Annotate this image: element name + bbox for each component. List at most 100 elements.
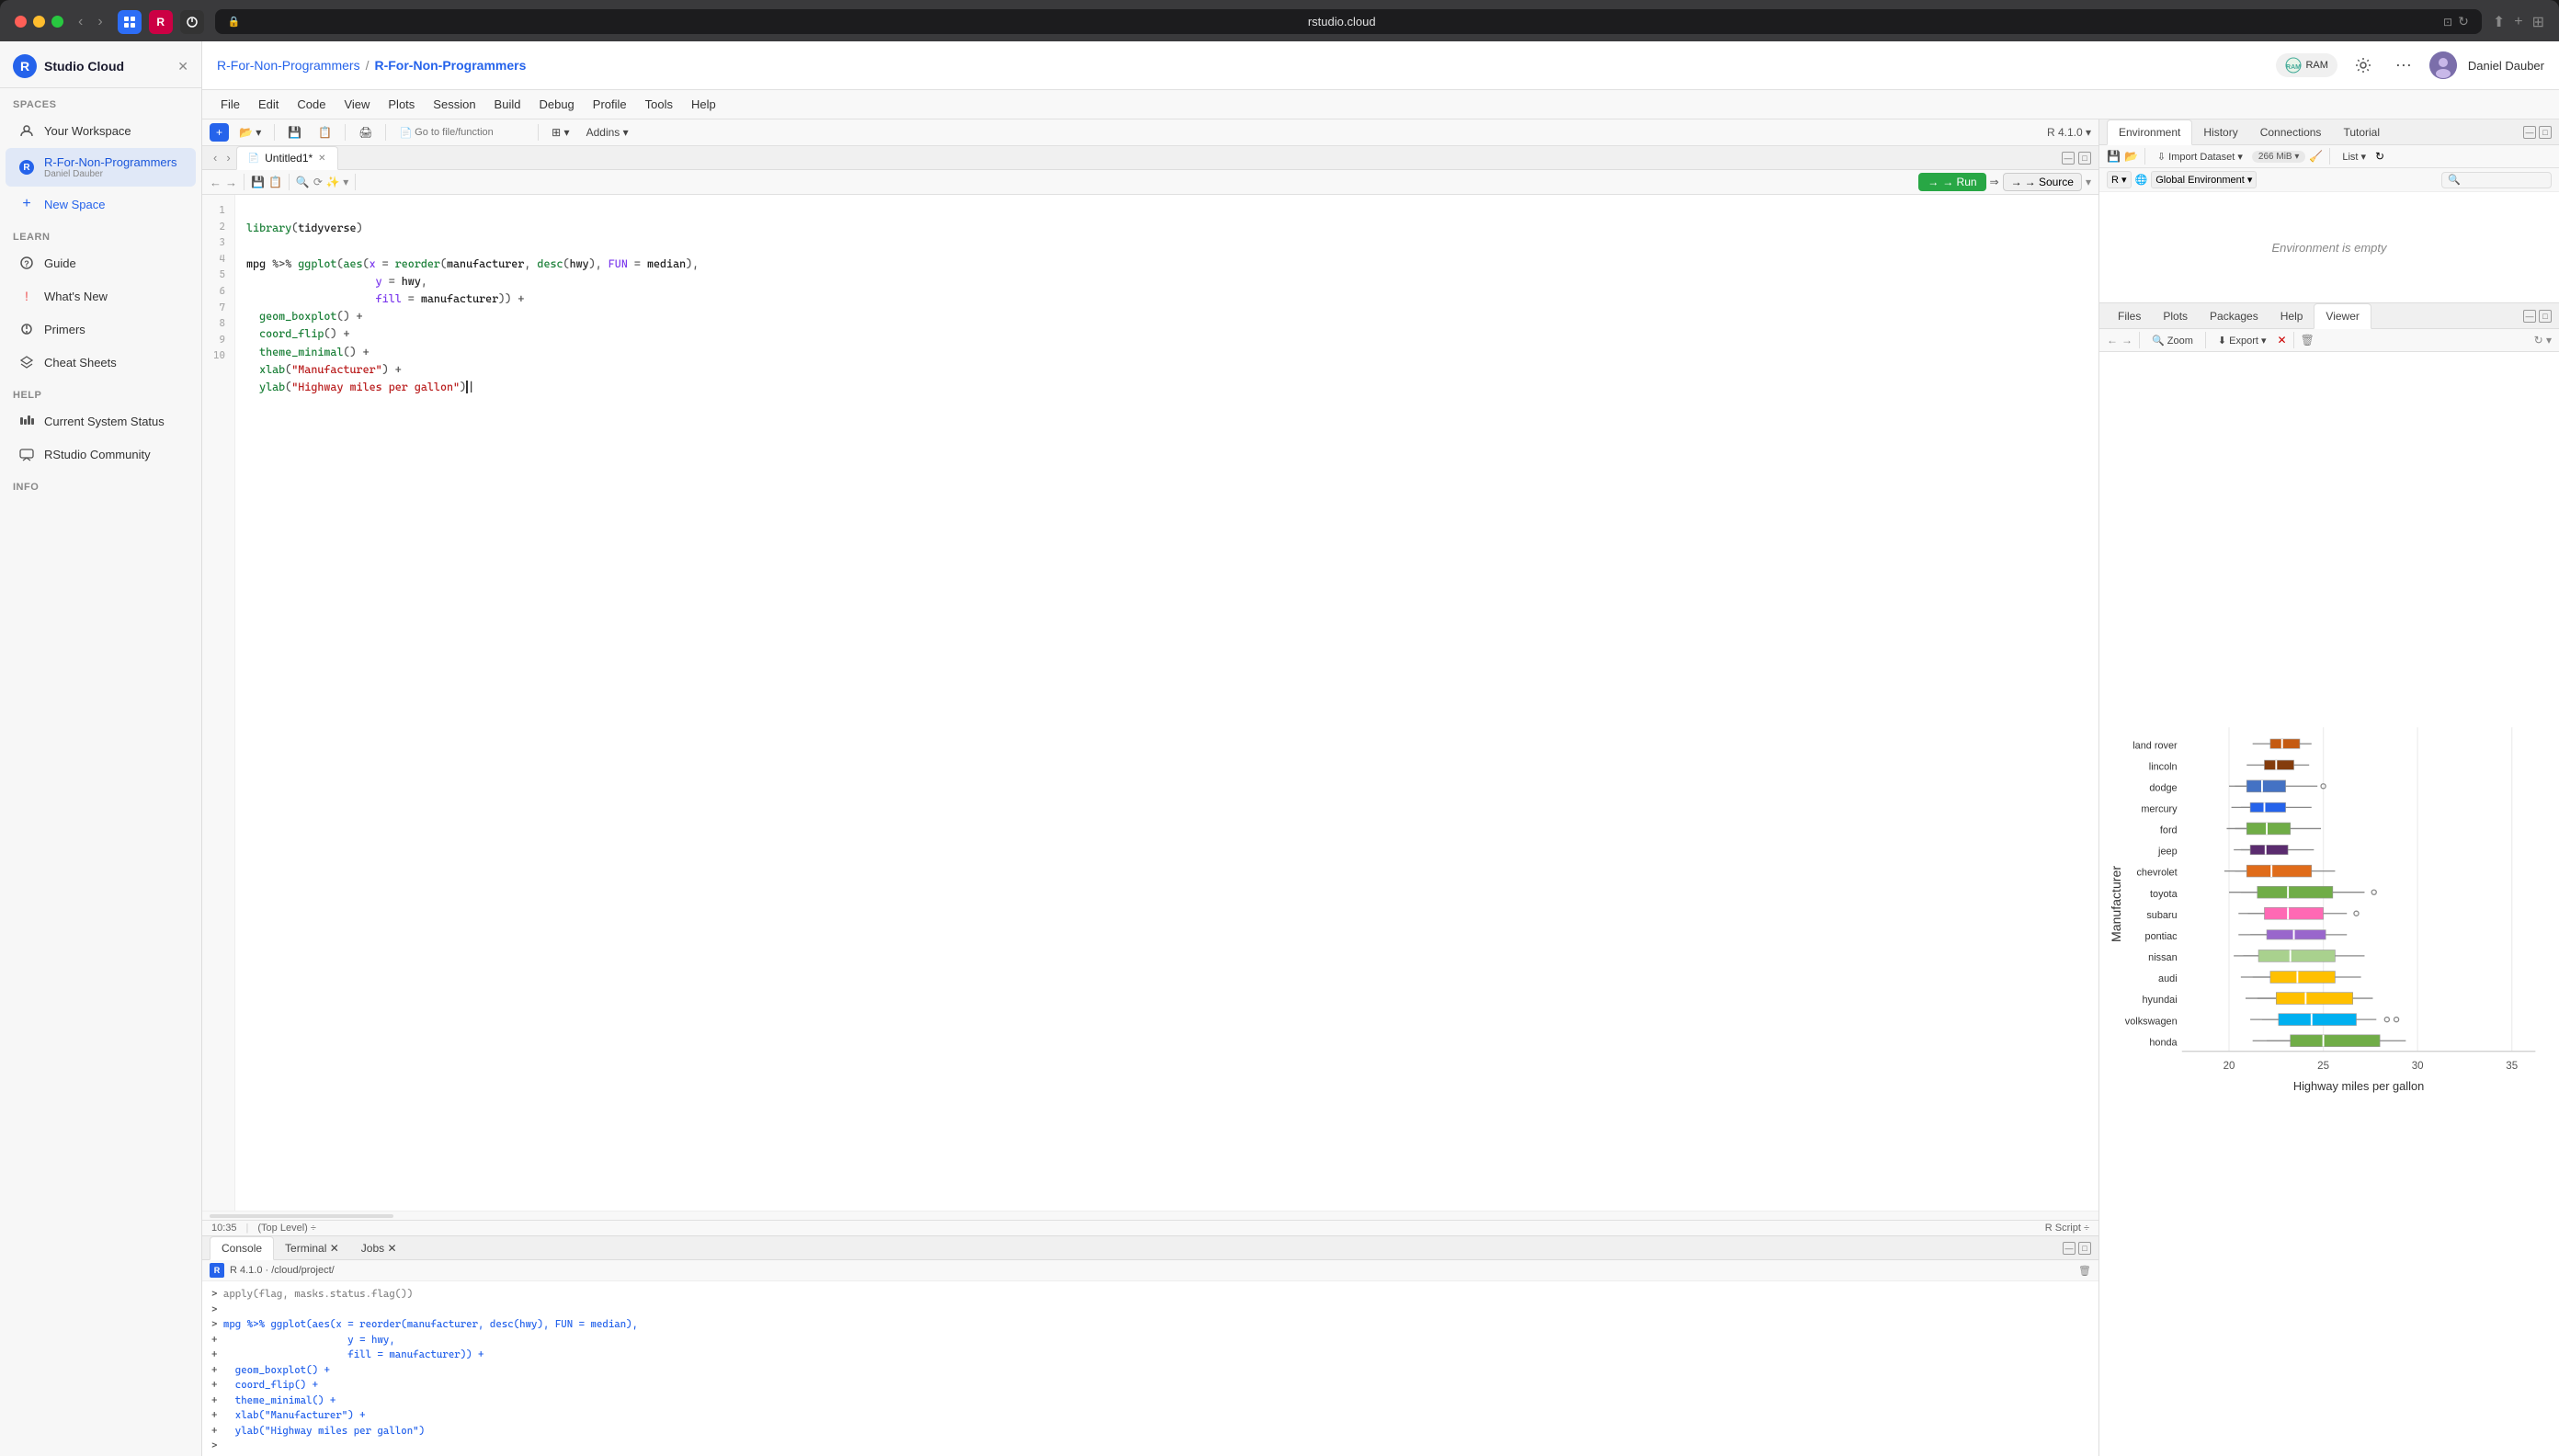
menu-plots[interactable]: Plots xyxy=(381,94,422,115)
files-tab-help[interactable]: Help xyxy=(2269,304,2314,328)
forward-button[interactable]: › xyxy=(94,12,106,32)
menu-code[interactable]: Code xyxy=(290,94,333,115)
extension-icon-3[interactable] xyxy=(180,10,204,34)
new-script-button[interactable]: + xyxy=(210,123,229,142)
tab-back-button[interactable]: ‹ xyxy=(210,151,221,165)
sidebar-close-button[interactable]: ✕ xyxy=(177,59,188,74)
env-search-input[interactable] xyxy=(2441,172,2552,188)
menu-file[interactable]: File xyxy=(213,94,247,115)
files-tab-viewer[interactable]: Viewer xyxy=(2314,303,2371,329)
menu-profile[interactable]: Profile xyxy=(586,94,634,115)
files-maximize-button[interactable]: □ xyxy=(2539,310,2552,323)
breadcrumb-parent[interactable]: R-For-Non-Programmers xyxy=(217,58,360,73)
save2-button[interactable]: 💾 xyxy=(251,176,265,188)
addins-button[interactable]: Addins ▾ xyxy=(580,123,635,142)
address-bar[interactable]: 🔒 rstudio.cloud ⊡ ↻ xyxy=(215,9,2482,34)
files-tab-packages[interactable]: Packages xyxy=(2199,304,2269,328)
source-button[interactable]: →→ Source xyxy=(2003,173,2082,191)
source-down-button[interactable]: ▾ xyxy=(2086,176,2091,188)
viewer-refresh-icon[interactable]: ↻ ▾ xyxy=(2534,334,2552,347)
more-options-button[interactable]: ⋯ xyxy=(2389,51,2418,80)
console-minimize-button[interactable]: — xyxy=(2063,1242,2076,1255)
horizontal-scrollbar[interactable] xyxy=(202,1211,2098,1220)
code-content[interactable]: library(tidyverse) mpg %>% ggplot(aes(x … xyxy=(235,195,2098,1211)
sidebar-item-system-status[interactable]: Current System Status xyxy=(6,405,196,437)
delete-plot-button[interactable]: ✕ xyxy=(2278,334,2287,347)
env-minimize-button[interactable]: — xyxy=(2523,126,2536,139)
menu-session[interactable]: Session xyxy=(426,94,483,115)
minimize-window-button[interactable] xyxy=(33,16,45,28)
sidebar-item-new-space[interactable]: + New Space xyxy=(6,188,196,220)
files-minimize-button[interactable]: — xyxy=(2523,310,2536,323)
replace-button[interactable]: ⟳ xyxy=(313,176,323,188)
code-tools-button[interactable]: ⊞ ▾ xyxy=(545,123,575,142)
forward-plot-button[interactable]: → xyxy=(2121,334,2132,347)
tabs-grid-icon[interactable]: ⊞ xyxy=(2532,13,2544,31)
sidebar-item-guide[interactable]: ? Guide xyxy=(6,247,196,279)
global-env-selector[interactable]: Global Environment ▾ xyxy=(2151,171,2257,188)
back-button[interactable]: ‹ xyxy=(74,12,86,32)
print-button[interactable]: 🖨 xyxy=(352,123,379,142)
r-selector[interactable]: R ▾ xyxy=(2107,171,2132,188)
extension-icon-1[interactable] xyxy=(118,10,142,34)
save-env-button[interactable]: 💾 xyxy=(2107,150,2121,163)
env-maximize-button[interactable]: □ xyxy=(2539,126,2552,139)
console-tab-terminal[interactable]: Terminal ✕ xyxy=(274,1237,350,1259)
import-dataset-button[interactable]: ⇩ Import Dataset ▾ xyxy=(2152,149,2248,165)
editor-minimize-button[interactable]: — xyxy=(2062,152,2075,165)
sidebar-item-community[interactable]: RStudio Community xyxy=(6,438,196,470)
export-button[interactable]: ⬇ Export ▾ xyxy=(2212,333,2272,348)
refresh-env-button[interactable]: ↻ xyxy=(2375,150,2384,163)
tab-close-button[interactable]: ✕ xyxy=(318,154,325,164)
console-maximize-button[interactable]: □ xyxy=(2078,1242,2091,1255)
go-to-file-input[interactable] xyxy=(415,127,525,138)
editor-maximize-button[interactable]: □ xyxy=(2078,152,2091,165)
share-icon[interactable]: ⬆ xyxy=(2493,13,2505,31)
search-button[interactable]: 🔍 xyxy=(296,176,310,188)
menu-tools[interactable]: Tools xyxy=(638,94,680,115)
list-view-button[interactable]: List ▾ xyxy=(2337,149,2371,165)
files-tab-plots[interactable]: Plots xyxy=(2152,304,2199,328)
avatar[interactable] xyxy=(2429,51,2457,79)
console-tab-jobs[interactable]: Jobs ✕ xyxy=(350,1237,408,1259)
refresh-icon[interactable]: ↻ xyxy=(2458,14,2469,29)
sidebar-item-project[interactable]: R R-For-Non-Programmers Daniel Dauber xyxy=(6,148,196,187)
env-tab-tutorial[interactable]: Tutorial xyxy=(2332,120,2391,144)
menu-debug[interactable]: Debug xyxy=(531,94,581,115)
rerun-button[interactable]: ⇒ xyxy=(1990,176,1999,188)
editor-tab-untitled1[interactable]: 📄 Untitled1* ✕ xyxy=(236,146,338,170)
run-button[interactable]: →→ Run xyxy=(1918,173,1985,191)
console-clear-button[interactable]: 🗑 xyxy=(2078,1265,2091,1277)
files-tab-files[interactable]: Files xyxy=(2107,304,2152,328)
magic-wand-button[interactable]: ✨ ▾ xyxy=(326,176,348,188)
go-to-file-button[interactable]: 📄 xyxy=(392,124,531,142)
sidebar-item-workspace[interactable]: Your Workspace xyxy=(6,115,196,146)
console-tab-console[interactable]: Console xyxy=(210,1236,274,1260)
redo-button[interactable]: → xyxy=(225,176,237,189)
menu-edit[interactable]: Edit xyxy=(251,94,286,115)
sidebar-item-cheat-sheets[interactable]: Cheat Sheets xyxy=(6,347,196,378)
maximize-window-button[interactable] xyxy=(51,16,63,28)
settings-button[interactable] xyxy=(2349,51,2378,80)
menu-view[interactable]: View xyxy=(336,94,377,115)
reader-icon[interactable]: ⊡ xyxy=(2443,16,2452,28)
menu-help[interactable]: Help xyxy=(684,94,723,115)
r-version-badge[interactable]: R 4.1.0 ▾ xyxy=(2047,126,2091,139)
new-tab-icon[interactable]: + xyxy=(2514,14,2522,30)
save-all-button[interactable]: 📋 xyxy=(312,123,338,142)
zoom-button[interactable]: 🔍 Zoom xyxy=(2146,333,2199,348)
env-tab-environment[interactable]: Environment xyxy=(2107,119,2192,145)
save-all2-button[interactable]: 📋 xyxy=(268,176,282,188)
back-plot-button[interactable]: ← xyxy=(2107,334,2118,347)
env-tab-connections[interactable]: Connections xyxy=(2249,120,2333,144)
sidebar-item-whats-new[interactable]: ! What's New xyxy=(6,280,196,312)
clear-plots-button[interactable]: 🗑 xyxy=(2301,334,2314,347)
load-env-button[interactable]: 📂 xyxy=(2124,150,2138,163)
close-window-button[interactable] xyxy=(15,16,27,28)
save-button[interactable]: 💾 xyxy=(281,123,308,142)
env-tab-history[interactable]: History xyxy=(2192,120,2248,144)
open-file-button[interactable]: 📂 ▾ xyxy=(233,123,267,142)
menu-build[interactable]: Build xyxy=(487,94,529,115)
undo-button[interactable]: ← xyxy=(210,176,222,189)
console-content[interactable]: > apply(flag, masks.status.flag()) > > m… xyxy=(202,1281,2098,1456)
